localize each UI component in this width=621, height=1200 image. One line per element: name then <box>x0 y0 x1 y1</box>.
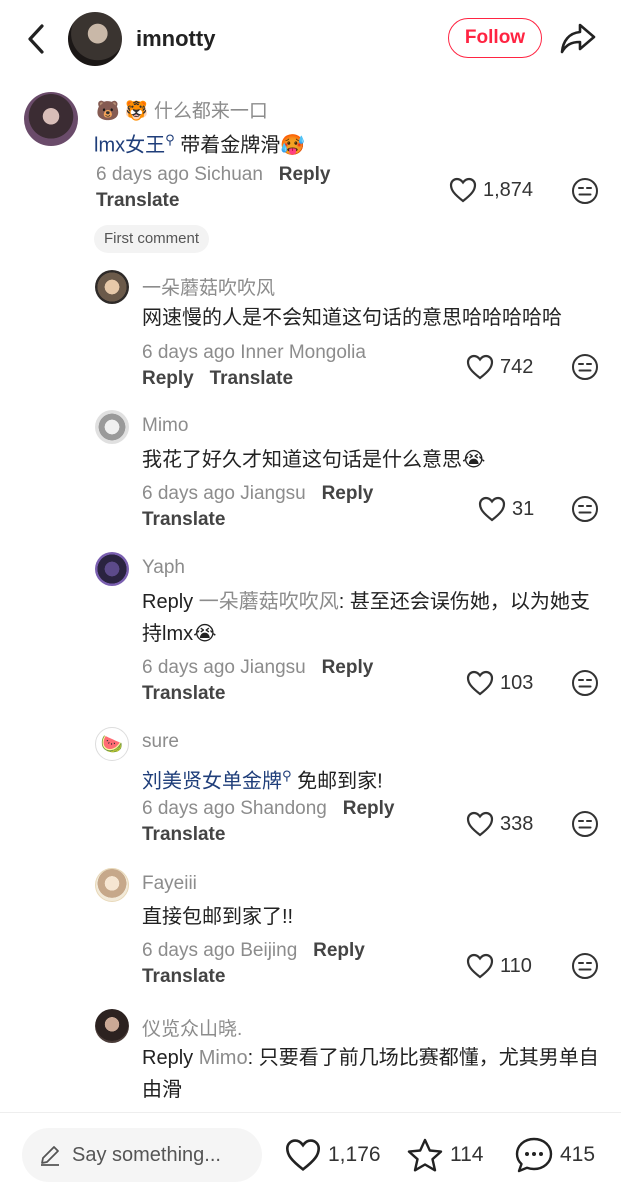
share-icon[interactable] <box>558 20 598 56</box>
like-count: 110 <box>500 954 532 977</box>
first-comment-badge: First comment <box>94 225 210 253</box>
top-bar: imnotty Follow <box>0 0 621 80</box>
more-options-icon[interactable] <box>570 809 600 839</box>
like-button[interactable]: 31 <box>478 494 534 524</box>
commenter-avatar[interactable]: 🍉 <box>95 727 129 761</box>
comment-text: 网速慢的人是不会知道这句话的意思哈哈哈哈哈 <box>142 307 562 329</box>
like-button[interactable]: 110 <box>466 951 532 981</box>
author-username[interactable]: imnotty <box>136 26 215 52</box>
like-button[interactable]: 103 <box>466 668 533 698</box>
translate-button[interactable]: Translate <box>96 190 179 211</box>
follow-button[interactable]: Follow <box>448 18 542 58</box>
comment-body: 免邮到家! <box>291 770 383 793</box>
comment-meta: 6 days ago Inner Mongolia Reply Translat… <box>142 340 366 392</box>
comment-text: 我花了好久才知道这句话是什么意思😭 <box>142 449 486 471</box>
search-icon: ⚲ <box>165 132 175 147</box>
comment-body: 带着金牌滑🥵 <box>174 134 306 157</box>
like-count: 338 <box>500 812 534 835</box>
more-options-icon[interactable] <box>570 176 600 206</box>
author-avatar[interactable] <box>68 12 122 66</box>
like-count: 1,874 <box>483 178 534 201</box>
comment-bubble-icon <box>515 1137 553 1173</box>
heart-icon <box>466 354 494 380</box>
comment-meta: 6 days ago Jiangsu Reply Translate <box>142 655 373 707</box>
comment-input[interactable]: Say something... <box>22 1128 262 1182</box>
like-count: 742 <box>500 355 534 378</box>
post-like-count: 1,176 <box>328 1143 381 1166</box>
mention-link[interactable]: lmx女王 <box>94 135 165 157</box>
reply-to-name[interactable]: Mimo <box>199 1047 248 1069</box>
bottom-action-bar: Say something... 1,176 114 415 <box>0 1112 621 1200</box>
more-options-icon[interactable] <box>570 951 600 981</box>
comment-text: 刘美贤女单金牌⚲ 免邮到家! <box>142 760 602 798</box>
comment-time-location: 6 days ago Jiangsu <box>142 483 306 504</box>
like-button[interactable]: 742 <box>466 352 533 382</box>
comment-meta: 6 days ago Sichuan Reply Translate <box>96 162 331 214</box>
comment-count: 415 <box>560 1143 596 1166</box>
comment-text: 直接包邮到家了!! <box>142 906 294 928</box>
reply-button[interactable]: Reply <box>313 940 365 961</box>
commenter-name[interactable]: Mimo <box>142 415 188 437</box>
reply-button[interactable]: Reply <box>142 368 194 389</box>
heart-icon <box>478 496 506 522</box>
comment-text: Reply Mimo: 只要看了前几场比赛都懂，尤其男单自由滑 <box>142 1042 602 1106</box>
like-count: 103 <box>500 671 534 694</box>
pencil-icon <box>41 1146 59 1166</box>
comment-time-location: 6 days ago Sichuan <box>96 164 263 185</box>
commenter-name[interactable]: sure <box>142 731 179 753</box>
post-like-button[interactable]: 1,176 <box>284 1135 381 1175</box>
more-options-icon[interactable] <box>570 494 600 524</box>
reply-to-name[interactable]: 一朵蘑菇吹吹风 <box>199 591 339 613</box>
translate-button[interactable]: Translate <box>142 509 225 530</box>
star-icon <box>407 1138 443 1172</box>
commenter-avatar[interactable] <box>95 270 129 304</box>
comment-meta: 6 days ago Shandong Reply Translate <box>142 796 394 848</box>
heart-icon <box>285 1139 321 1172</box>
comment-text: lmx女王⚲ 带着金牌滑🥵 <box>94 124 574 162</box>
heart-icon <box>449 177 477 203</box>
comment-meta: 6 days ago Beijing Reply Translate <box>142 938 365 990</box>
commenter-avatar[interactable] <box>95 410 129 444</box>
reply-prefix: Reply <box>142 1047 194 1069</box>
translate-button[interactable]: Translate <box>142 683 225 704</box>
comments-button[interactable]: 415 <box>514 1135 595 1175</box>
search-icon: ⚲ <box>282 768 292 783</box>
reply-prefix: Reply <box>142 591 194 613</box>
commenter-avatar[interactable] <box>95 868 129 902</box>
collect-button[interactable]: 114 <box>406 1135 483 1175</box>
like-button[interactable]: 1,874 <box>449 175 533 205</box>
commenter-name[interactable]: 一朵蘑菇吹吹风 <box>142 273 275 300</box>
commenter-avatar[interactable] <box>95 552 129 586</box>
reply-button[interactable]: Reply <box>343 798 395 819</box>
comment-time-location: 6 days ago Inner Mongolia <box>142 342 366 363</box>
mention-link[interactable]: 刘美贤女单金牌 <box>142 771 282 793</box>
comment-input-placeholder: Say something... <box>72 1143 221 1166</box>
reply-button[interactable]: Reply <box>322 483 374 504</box>
more-options-icon[interactable] <box>570 668 600 698</box>
heart-icon <box>466 670 494 696</box>
collect-count: 114 <box>450 1143 484 1166</box>
comment-meta: 6 days ago Jiangsu Reply Translate <box>142 481 373 533</box>
more-options-icon[interactable] <box>570 352 600 382</box>
like-count: 31 <box>512 497 535 520</box>
comment-text: Reply 一朵蘑菇吹吹风: 甚至还会误伤她，以为她支持lmx😭 <box>142 586 592 650</box>
heart-icon <box>466 953 494 979</box>
commenter-name[interactable]: 仪览众山晓. <box>142 1014 242 1041</box>
like-button[interactable]: 338 <box>466 809 533 839</box>
heart-icon <box>466 811 494 837</box>
translate-button[interactable]: Translate <box>142 966 225 987</box>
comment-time-location: 6 days ago Shandong <box>142 798 327 819</box>
back-arrow-icon[interactable] <box>22 22 50 56</box>
comment-time-location: 6 days ago Jiangsu <box>142 657 306 678</box>
translate-button[interactable]: Translate <box>210 368 293 389</box>
commenter-name[interactable]: Fayeiii <box>142 873 197 895</box>
commenter-avatar[interactable] <box>24 92 78 146</box>
reply-button[interactable]: Reply <box>279 164 331 185</box>
comment-time-location: 6 days ago Beijing <box>142 940 298 961</box>
reply-button[interactable]: Reply <box>322 657 374 678</box>
translate-button[interactable]: Translate <box>142 824 225 845</box>
commenter-avatar[interactable] <box>95 1009 129 1043</box>
commenter-name[interactable]: 🐻 🐯 什么都来一口 <box>96 96 268 123</box>
commenter-name[interactable]: Yaph <box>142 557 185 579</box>
